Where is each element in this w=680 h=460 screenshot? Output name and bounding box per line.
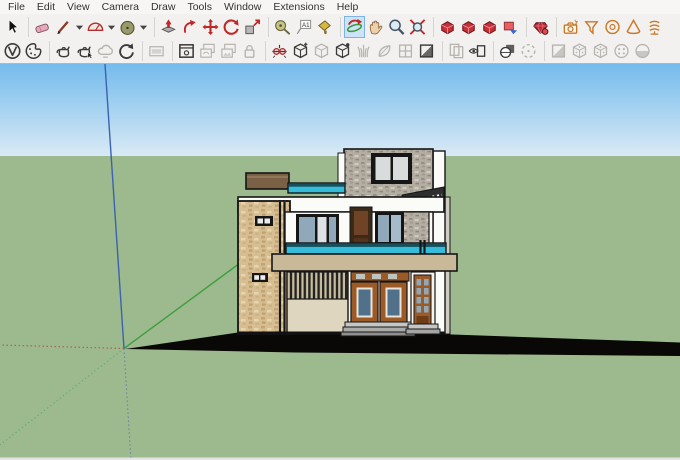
toolbar-separator (137, 41, 143, 61)
vray-fur-tool-icon[interactable] (354, 41, 373, 61)
shape-tool-dropdown-icon[interactable] (139, 17, 148, 37)
match-photo-tool-icon[interactable] (531, 17, 550, 37)
vray-viewport-render-icon[interactable] (147, 41, 166, 61)
zoom-tool-icon[interactable] (387, 17, 406, 37)
follow-me-tool-icon[interactable] (180, 17, 199, 37)
vray-util-split-icon[interactable] (549, 41, 568, 61)
sketchup-window: File Edit View Camera Draw Tools Window Extensi… (0, 0, 680, 460)
vray-util-proxy-a-icon[interactable] (570, 41, 589, 61)
shape-tool-icon[interactable] (118, 17, 137, 37)
entry-steps (340, 321, 441, 337)
louver-screen (286, 271, 349, 300)
roof-slab (245, 172, 290, 190)
shape-spring-tool-icon[interactable] (645, 17, 664, 37)
toolbar-separator (263, 16, 269, 37)
vray-lock-camera-icon[interactable] (240, 41, 259, 61)
toolbar-separator (167, 41, 173, 61)
toolbar-separator (149, 16, 155, 37)
pan-tool-icon[interactable] (366, 17, 385, 37)
dimension-tool-icon[interactable]: A1 (294, 17, 313, 37)
vray-light-rect-icon[interactable] (447, 41, 466, 61)
menu-extensions[interactable]: Extensions (267, 0, 330, 14)
toolbar-separator (335, 16, 341, 37)
vray-light-sphere-icon[interactable] (498, 41, 517, 61)
vray-pack-project-icon[interactable] (219, 41, 238, 61)
vray-scatter-tool-icon[interactable] (375, 41, 394, 61)
orbit-tool-icon[interactable] (344, 15, 365, 38)
menu-window[interactable]: Window (218, 0, 267, 14)
vray-light-dome-icon[interactable] (519, 41, 538, 61)
vray-util-sphere-icon[interactable] (612, 41, 631, 61)
position-camera-tool-icon[interactable] (438, 17, 457, 37)
line-tool-icon[interactable] (54, 17, 73, 37)
vray-proxy-box-icon[interactable] (312, 41, 331, 61)
menu-view[interactable]: View (61, 0, 96, 14)
toolbar-separator (437, 41, 443, 61)
scenes-camera-tool-icon[interactable] (561, 17, 580, 37)
menu-camera[interactable]: Camera (96, 0, 145, 14)
vray-render-icon[interactable] (54, 41, 73, 61)
vray-render-interactive-icon[interactable] (75, 41, 94, 61)
toolbar-separator (551, 16, 557, 37)
viewport-canvas[interactable] (0, 63, 680, 460)
toolbar-row-1: A1 (0, 14, 680, 39)
menu-tools[interactable]: Tools (181, 0, 218, 14)
toolbar-separator (539, 41, 545, 61)
vray-batch-render-icon[interactable] (198, 41, 217, 61)
vray-util-halfsphere-icon[interactable] (633, 41, 652, 61)
vray-proxy-export-icon[interactable] (333, 41, 352, 61)
vray-light-spot-icon[interactable] (468, 41, 487, 61)
vray-update-view-icon[interactable] (117, 41, 136, 61)
paint-bucket-tool-icon[interactable] (315, 17, 334, 37)
arc-tool-dropdown-icon[interactable] (107, 17, 116, 37)
vray-frame-buffer-icon[interactable] (177, 41, 196, 61)
menu-file[interactable]: File (2, 0, 31, 14)
look-around-tool-icon[interactable] (459, 17, 478, 37)
toolbar-separator (260, 41, 266, 61)
vray-clipper-tool-icon[interactable] (396, 41, 415, 61)
vray-asset-editor-icon[interactable] (24, 41, 43, 61)
fascia-band (271, 253, 458, 272)
rotate-tool-icon[interactable] (222, 17, 241, 37)
move-tool-icon[interactable] (201, 17, 220, 37)
push-pull-tool-icon[interactable] (159, 17, 178, 37)
arc-tool-icon[interactable] (86, 17, 105, 37)
walk-tool-icon[interactable] (480, 17, 499, 37)
section-plane-tool-icon[interactable] (501, 17, 520, 37)
select-tool-icon[interactable] (3, 17, 22, 37)
toolbar-separator (428, 16, 434, 37)
vray-decal-tool-icon[interactable] (417, 41, 436, 61)
toolbar-separator (44, 41, 50, 61)
eraser-tool-icon[interactable] (33, 17, 52, 37)
toolbar-separator (488, 41, 494, 61)
shape-funnel-tool-icon[interactable] (582, 17, 601, 37)
tape-measure-tool-icon[interactable] (273, 17, 292, 37)
sky (0, 64, 680, 156)
vray-render-cloud-icon[interactable] (96, 41, 115, 61)
vray-infinite-plane-icon[interactable] (291, 41, 310, 61)
toolbar-row-2 (0, 39, 680, 63)
menu-draw[interactable]: Draw (145, 0, 182, 14)
vray-camera-gizmo-icon[interactable] (270, 41, 289, 61)
scale-tool-icon[interactable] (243, 17, 262, 37)
menu-edit[interactable]: Edit (31, 0, 61, 14)
toolbar-separator (521, 16, 527, 37)
svg-text:A1: A1 (302, 22, 310, 29)
zoom-extents-tool-icon[interactable] (408, 17, 427, 37)
menu-help[interactable]: Help (331, 0, 365, 14)
toolbar-separator (23, 16, 29, 37)
house-model (237, 148, 458, 337)
shape-cone-tool-icon[interactable] (624, 17, 643, 37)
vray-logo-button-icon[interactable] (3, 41, 22, 61)
vray-util-proxy-b-icon[interactable] (591, 41, 610, 61)
menu-bar: File Edit View Camera Draw Tools Window Extensi… (0, 0, 680, 14)
line-tool-dropdown-icon[interactable] (75, 17, 84, 37)
shape-torus-tool-icon[interactable] (603, 17, 622, 37)
